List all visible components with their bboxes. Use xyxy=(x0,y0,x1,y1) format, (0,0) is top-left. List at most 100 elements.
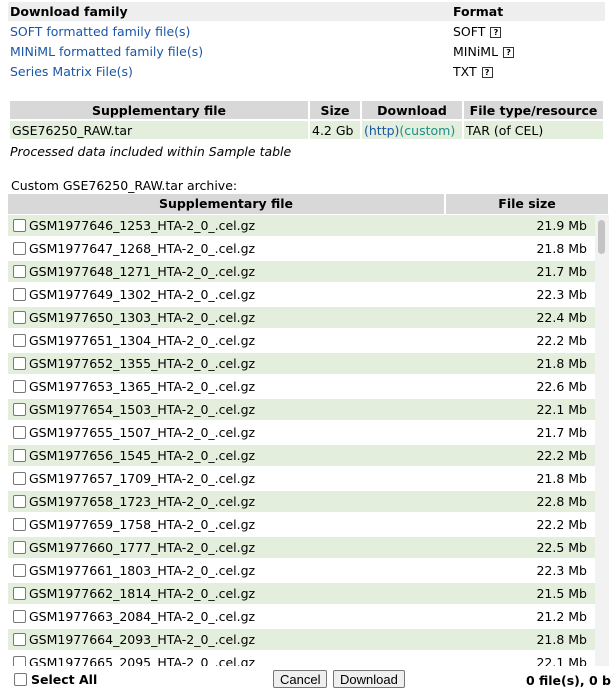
file-row: GSM1977654_1503_HTA-2_0_.cel.gz 22.1 Mb xyxy=(8,399,609,420)
file-size: 22.4 Mb xyxy=(536,310,587,325)
file-checkbox[interactable] xyxy=(13,311,26,324)
file-checkbox[interactable] xyxy=(13,587,26,600)
file-checkbox[interactable] xyxy=(13,403,26,416)
file-size: 22.2 Mb xyxy=(536,448,587,463)
file-list-header: Supplementary file File size xyxy=(8,194,608,214)
supp-file-size: 4.2 Gb xyxy=(310,121,360,139)
file-size: 21.7 Mb xyxy=(536,425,587,440)
file-list-scrollbar[interactable] xyxy=(595,215,609,666)
file-name: GSM1977652_1355_HTA-2_0_.cel.gz xyxy=(29,356,256,371)
file-name: GSM1977656_1545_HTA-2_0_.cel.gz xyxy=(29,448,256,463)
file-checkbox[interactable] xyxy=(13,633,26,646)
file-size: 22.1 Mb xyxy=(536,655,587,666)
file-list[interactable]: GSM1977646_1253_HTA-2_0_.cel.gz 21.9 Mb GS… xyxy=(8,215,609,666)
format-header: Format xyxy=(451,2,605,21)
file-checkbox[interactable] xyxy=(13,265,26,278)
file-row: GSM1977662_1814_HTA-2_0_.cel.gz 21.5 Mb xyxy=(8,583,609,604)
file-checkbox[interactable] xyxy=(13,541,26,554)
select-all[interactable]: Select All xyxy=(14,672,97,687)
file-row: GSM1977658_1723_HTA-2_0_.cel.gz 22.8 Mb xyxy=(8,491,609,512)
file-size: 22.2 Mb xyxy=(536,333,587,348)
file-name: GSM1977654_1503_HTA-2_0_.cel.gz xyxy=(29,402,256,417)
file-name: GSM1977650_1303_HTA-2_0_.cel.gz xyxy=(29,310,256,325)
file-name: GSM1977659_1758_HTA-2_0_.cel.gz xyxy=(29,517,256,532)
file-checkbox[interactable] xyxy=(13,610,26,623)
help-icon[interactable]: ? xyxy=(503,46,515,58)
file-size: 22.3 Mb xyxy=(536,563,587,578)
selection-count: 0 file(s), 0 b xyxy=(525,673,611,688)
file-name: GSM1977646_1253_HTA-2_0_.cel.gz xyxy=(29,218,256,233)
file-size: 21.8 Mb xyxy=(536,471,587,486)
file-size: 22.3 Mb xyxy=(536,287,587,302)
file-checkbox[interactable] xyxy=(13,426,26,439)
cancel-button[interactable]: Cancel xyxy=(273,670,328,688)
processed-data-note: Processed data included within Sample ta… xyxy=(10,144,292,159)
file-name: GSM1977651_1304_HTA-2_0_.cel.gz xyxy=(29,333,256,348)
file-name: GSM1977655_1507_HTA-2_0_.cel.gz xyxy=(29,425,256,440)
file-size-column-header: File size xyxy=(446,194,608,214)
file-row: GSM1977665_2095_HTA-2_0_.cel.gz 22.1 Mb xyxy=(8,652,609,666)
footer-bar: Select All Cancel Download 0 file(s), 0 … xyxy=(0,669,615,689)
select-all-checkbox[interactable] xyxy=(14,673,27,686)
file-row: GSM1977659_1758_HTA-2_0_.cel.gz 22.2 Mb xyxy=(8,514,609,535)
supp-file-type: TAR (of CEL) xyxy=(464,121,603,139)
miniml-format: MINiML xyxy=(453,43,499,59)
select-all-label: Select All xyxy=(31,672,98,687)
file-size: 22.1 Mb xyxy=(536,402,587,417)
file-name: GSM1977664_2093_HTA-2_0_.cel.gz xyxy=(29,632,256,647)
help-icon[interactable]: ? xyxy=(490,26,502,38)
file-name: GSM1977663_2084_HTA-2_0_.cel.gz xyxy=(29,609,256,624)
file-checkbox[interactable] xyxy=(13,449,26,462)
supp-file-header: Supplementary file xyxy=(10,101,308,119)
file-row: GSM1977653_1365_HTA-2_0_.cel.gz 22.6 Mb xyxy=(8,376,609,397)
txt-format: TXT xyxy=(453,63,477,79)
file-row: GSM1977664_2093_HTA-2_0_.cel.gz 21.8 Mb xyxy=(8,629,609,650)
custom-download-link[interactable]: (custom) xyxy=(399,123,455,138)
file-size: 22.6 Mb xyxy=(536,379,587,394)
help-icon[interactable]: ? xyxy=(481,66,493,78)
download-family-header: Download family xyxy=(8,2,451,21)
file-checkbox[interactable] xyxy=(13,357,26,370)
file-checkbox[interactable] xyxy=(13,219,26,232)
size-header: Size xyxy=(310,101,360,119)
scrollbar-thumb[interactable] xyxy=(598,220,605,254)
file-name: GSM1977658_1723_HTA-2_0_.cel.gz xyxy=(29,494,256,509)
file-checkbox[interactable] xyxy=(13,288,26,301)
file-checkbox[interactable] xyxy=(13,656,26,666)
file-row: GSM1977646_1253_HTA-2_0_.cel.gz 21.9 Mb xyxy=(8,215,609,236)
file-size: 22.2 Mb xyxy=(536,517,587,532)
miniml-family-link[interactable]: MINiML formatted family file(s) xyxy=(10,44,203,59)
file-row: GSM1977647_1268_HTA-2_0_.cel.gz 21.8 Mb xyxy=(8,238,609,259)
file-name: GSM1977649_1302_HTA-2_0_.cel.gz xyxy=(29,287,256,302)
file-name: GSM1977657_1709_HTA-2_0_.cel.gz xyxy=(29,471,256,486)
file-row: GSM1977656_1545_HTA-2_0_.cel.gz 22.2 Mb xyxy=(8,445,609,466)
file-checkbox[interactable] xyxy=(13,472,26,485)
soft-family-link[interactable]: SOFT formatted family file(s) xyxy=(10,24,190,39)
file-row: GSM1977661_1803_HTA-2_0_.cel.gz 22.3 Mb xyxy=(8,560,609,581)
download-family-table: Download family Format SOFT formatted fa… xyxy=(8,2,605,81)
file-row: GSM1977651_1304_HTA-2_0_.cel.gz 22.2 Mb xyxy=(8,330,609,351)
file-checkbox[interactable] xyxy=(13,242,26,255)
file-name: GSM1977660_1777_HTA-2_0_.cel.gz xyxy=(29,540,256,555)
file-size: 21.5 Mb xyxy=(536,586,587,601)
file-size: 21.2 Mb xyxy=(536,609,587,624)
series-matrix-link[interactable]: Series Matrix File(s) xyxy=(10,64,133,79)
file-checkbox[interactable] xyxy=(13,564,26,577)
download-button[interactable]: Download xyxy=(333,670,405,688)
file-checkbox[interactable] xyxy=(13,518,26,531)
file-row: GSM1977655_1507_HTA-2_0_.cel.gz 21.7 Mb xyxy=(8,422,609,443)
file-row: GSM1977652_1355_HTA-2_0_.cel.gz 21.8 Mb xyxy=(8,353,609,374)
custom-archive-label: Custom GSE76250_RAW.tar archive: xyxy=(11,178,238,193)
file-type-header: File type/resource xyxy=(464,101,603,119)
file-checkbox[interactable] xyxy=(13,495,26,508)
file-checkbox[interactable] xyxy=(13,380,26,393)
soft-format: SOFT xyxy=(453,23,486,39)
http-download-link[interactable]: (http) xyxy=(364,123,399,138)
file-size: 21.7 Mb xyxy=(536,264,587,279)
file-name: GSM1977648_1271_HTA-2_0_.cel.gz xyxy=(29,264,256,279)
file-name: GSM1977662_1814_HTA-2_0_.cel.gz xyxy=(29,586,256,601)
file-row: GSM1977648_1271_HTA-2_0_.cel.gz 21.7 Mb xyxy=(8,261,609,282)
file-name: GSM1977661_1803_HTA-2_0_.cel.gz xyxy=(29,563,256,578)
file-size: 21.8 Mb xyxy=(536,356,587,371)
file-checkbox[interactable] xyxy=(13,334,26,347)
